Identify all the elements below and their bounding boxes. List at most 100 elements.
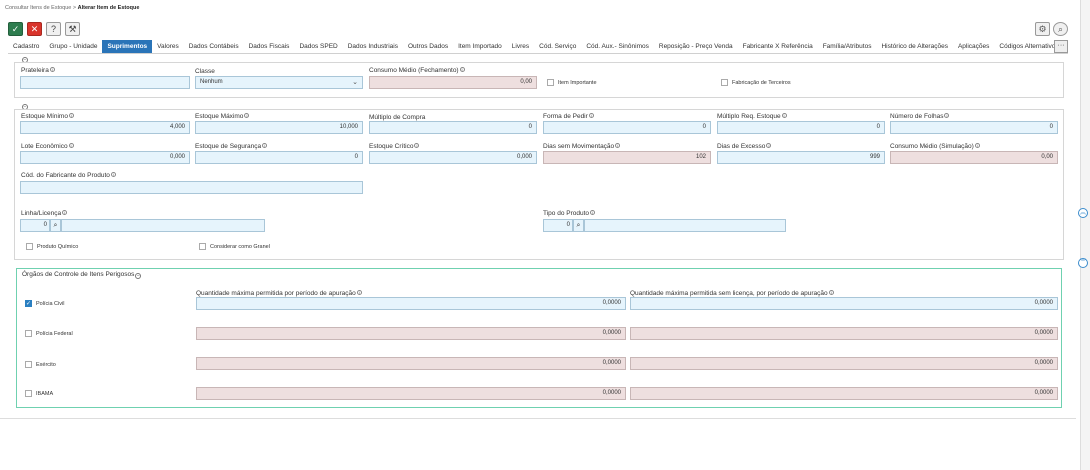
- tab-historico-alteracoes[interactable]: Histórico de Alterações: [876, 40, 952, 53]
- policia-federal-checkbox[interactable]: [25, 330, 32, 337]
- prateleira-label: Prateleira i: [21, 67, 55, 74]
- info-icon[interactable]: i: [244, 113, 250, 118]
- chevron-double-up-icon: ︽: [1079, 210, 1086, 216]
- linha-licenca-search-button[interactable]: ⌕: [50, 219, 61, 232]
- info-icon[interactable]: i: [944, 113, 950, 118]
- policia-civil-qty-input[interactable]: 0,0000: [196, 297, 626, 310]
- check-icon: ✓: [11, 23, 20, 34]
- chevron-double-down-icon: ︾: [1079, 260, 1086, 266]
- info-icon[interactable]: i: [414, 143, 420, 148]
- info-icon[interactable]: i: [68, 113, 74, 118]
- ibama-checkbox[interactable]: [25, 390, 32, 397]
- gear-icon: ⚙: [1038, 23, 1047, 34]
- exercito-checkbox[interactable]: [25, 361, 32, 368]
- info-icon[interactable]: i: [110, 172, 116, 177]
- info-icon[interactable]: i: [766, 143, 772, 148]
- estoque-seguranca-input[interactable]: 0: [195, 151, 363, 164]
- search-icon: ⌕: [53, 222, 58, 229]
- vertical-scrollbar[interactable]: [1080, 0, 1090, 470]
- tab-livres[interactable]: Livres: [507, 40, 534, 53]
- chevron-down-icon: ⌄: [352, 79, 358, 86]
- breadcrumb-parent[interactable]: Consultar Itens de Estoque: [5, 5, 71, 11]
- tab-dados-sped[interactable]: Dados SPED: [294, 40, 342, 53]
- dias-sem-mov-field: 102: [543, 151, 711, 164]
- info-icon[interactable]: i: [974, 143, 980, 148]
- tipo-produto-code-input[interactable]: 0: [543, 219, 573, 232]
- tab-cadastro[interactable]: Cadastro: [8, 40, 44, 53]
- right-toolbar: ⚙ ⌕: [1035, 22, 1068, 36]
- info-icon[interactable]: i: [356, 290, 362, 295]
- numero-folhas-input[interactable]: 0: [890, 121, 1058, 134]
- estoque-critico-label: Estoque Crítico i: [369, 143, 420, 150]
- tab-cod-servico[interactable]: Cód. Serviço: [534, 40, 581, 53]
- info-icon[interactable]: i: [262, 143, 268, 148]
- estoque-minimo-input[interactable]: 4,000: [20, 121, 190, 134]
- considerar-granel-label: Considerar como Granel: [210, 244, 270, 250]
- multiplo-req-input[interactable]: 0: [717, 121, 885, 134]
- lote-economico-input[interactable]: 0,000: [20, 151, 190, 164]
- tab-aplicacoes[interactable]: Aplicações: [953, 40, 994, 53]
- exercito-qty-field: 0,0000: [196, 357, 626, 370]
- dias-excesso-input[interactable]: 999: [717, 151, 885, 164]
- tab-dados-contabeis[interactable]: Dados Contábeis: [184, 40, 244, 53]
- produto-quimico-checkbox[interactable]: [26, 243, 33, 250]
- tab-suprimentos[interactable]: Suprimentos: [102, 40, 153, 53]
- consumo-fech-label: Consumo Médio (Fechamento) i: [369, 67, 465, 74]
- tab-reposicao-preco-venda[interactable]: Reposição - Preço Venda: [654, 40, 738, 53]
- item-importante-checkbox[interactable]: [547, 79, 554, 86]
- fabricacao-terceiros-checkbox[interactable]: [721, 79, 728, 86]
- policia-civil-qty-sem-licenca-input[interactable]: 0,0000: [630, 297, 1058, 310]
- consumo-sim-field: 0,00: [890, 151, 1058, 164]
- tab-bar: Cadastro Grupo - Unidade Suprimentos Val…: [8, 40, 1068, 54]
- numero-folhas-label: Número de Folhas i: [890, 113, 950, 120]
- multiplo-compra-input[interactable]: 0: [369, 121, 537, 134]
- linha-licenca-description: [61, 219, 265, 232]
- tab-dados-fiscais[interactable]: Dados Fiscais: [244, 40, 295, 53]
- considerar-granel-checkbox[interactable]: [199, 243, 206, 250]
- tab-cod-aux-sinonimos[interactable]: Cód. Aux.- Sinônimos: [581, 40, 654, 53]
- policia-civil-checkbox[interactable]: ✓: [25, 300, 32, 307]
- cod-fabricante-label: Cód. do Fabricante do Produto i: [21, 172, 116, 179]
- orgaos-col1-label: Quantidade máxima permitida por período …: [196, 290, 362, 297]
- tipo-produto-search-button[interactable]: ⌕: [573, 219, 584, 232]
- item-importante-label: Item Importante: [558, 80, 597, 86]
- search-button[interactable]: ⌕: [1053, 22, 1068, 36]
- breadcrumb-current: Alterar Item de Estoque: [77, 5, 140, 11]
- help-button[interactable]: ?: [46, 22, 61, 36]
- estoque-maximo-input[interactable]: 10,000: [195, 121, 363, 134]
- info-icon[interactable]: i: [615, 143, 621, 148]
- tab-fabricante-referencia[interactable]: Fabricante X Referência: [738, 40, 818, 53]
- tab-dados-industriais[interactable]: Dados Industriais: [343, 40, 403, 53]
- toolbar: ✓ ✕ ? ⚒: [8, 22, 80, 36]
- tab-item-importado[interactable]: Item Importado: [453, 40, 507, 53]
- info-icon[interactable]: i: [781, 113, 787, 118]
- cod-fabricante-input[interactable]: [20, 181, 363, 194]
- tab-grupo-unidade[interactable]: Grupo - Unidade: [44, 40, 102, 53]
- tab-outros-dados[interactable]: Outros Dados: [403, 40, 453, 53]
- produto-quimico-label: Produto Químico: [37, 244, 79, 250]
- exercito-label: Exército: [36, 362, 56, 368]
- prateleira-input[interactable]: [20, 76, 190, 89]
- info-icon[interactable]: i: [590, 210, 596, 215]
- scroll-up-button[interactable]: ︽: [1078, 208, 1088, 218]
- confirm-button[interactable]: ✓: [8, 22, 23, 36]
- info-icon[interactable]: i: [68, 143, 74, 148]
- info-icon[interactable]: i: [459, 67, 465, 72]
- cancel-button[interactable]: ✕: [27, 22, 42, 36]
- tab-valores[interactable]: Valores: [152, 40, 184, 53]
- classe-select[interactable]: Nenhum ⌄: [195, 76, 363, 89]
- ibama-qty-sem-licenca-field: 0,0000: [630, 387, 1058, 400]
- tools-button[interactable]: ⚒: [65, 22, 80, 36]
- tab-familia-atributos[interactable]: Família/Atributos: [818, 40, 877, 53]
- info-icon[interactable]: i: [49, 67, 55, 72]
- forma-pedir-input[interactable]: 0: [543, 121, 711, 134]
- info-icon[interactable]: i: [588, 113, 594, 118]
- estoque-critico-input[interactable]: 0,000: [369, 151, 537, 164]
- linha-licenca-code-input[interactable]: 0: [20, 219, 50, 232]
- settings-button[interactable]: ⚙: [1035, 22, 1050, 36]
- info-icon[interactable]: i: [828, 290, 834, 295]
- tabs-more-button[interactable]: ···: [1054, 40, 1068, 53]
- info-icon[interactable]: i: [62, 210, 68, 215]
- estoque-minimo-label: Estoque Mínimo i: [21, 113, 74, 120]
- scroll-down-button[interactable]: ︾: [1078, 258, 1088, 268]
